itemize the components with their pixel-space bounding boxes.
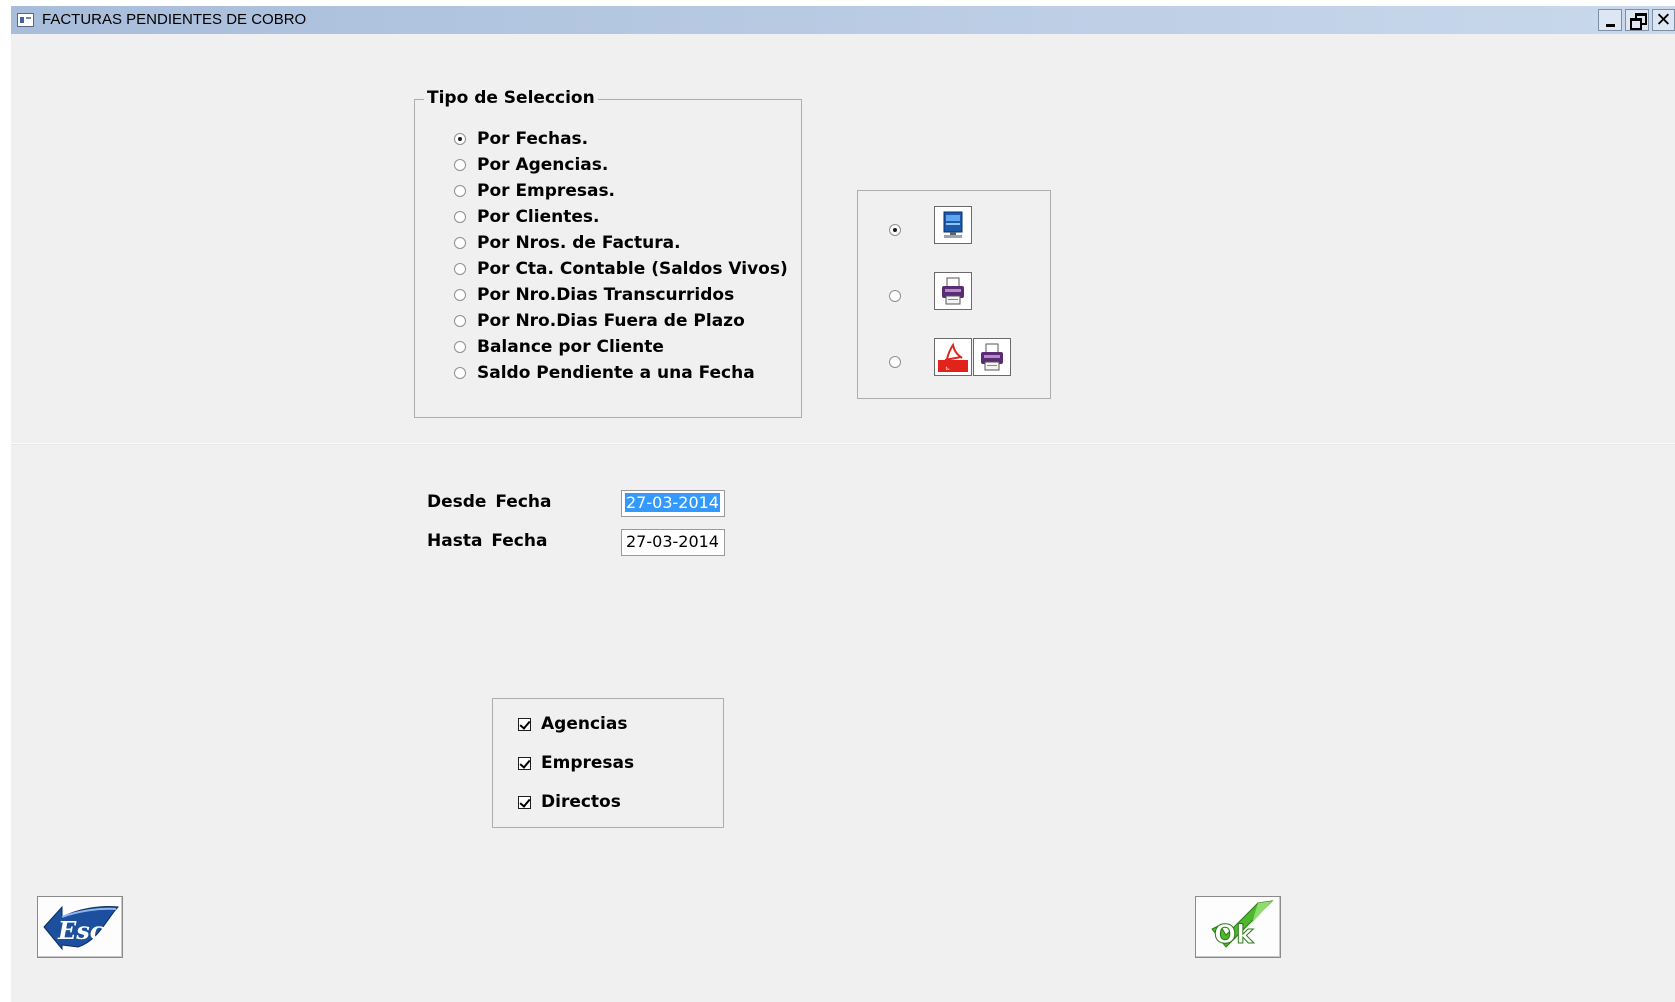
radio-button[interactable]: [454, 289, 466, 301]
esc-icon: Esc: [43, 905, 120, 951]
radio-por-clientes[interactable]: Por Clientes.: [454, 205, 599, 229]
close-button[interactable]: ✕: [1652, 9, 1675, 31]
esc-text: Esc: [57, 916, 105, 945]
radio-button[interactable]: [454, 159, 466, 171]
app-icon: [17, 13, 34, 27]
radio-button[interactable]: [454, 211, 466, 223]
restore-button[interactable]: [1625, 9, 1649, 31]
radio-por-agencias[interactable]: Por Agencias.: [454, 153, 608, 177]
radio-button[interactable]: [889, 224, 901, 236]
radio-label: Saldo Pendiente a una Fecha: [477, 363, 755, 383]
ok-button[interactable]: Ok: [1195, 896, 1281, 958]
minimize-button[interactable]: [1598, 9, 1622, 31]
radio-button[interactable]: [889, 290, 901, 302]
radio-label: Balance por Cliente: [477, 337, 664, 357]
checkbox-label: Agencias: [541, 714, 628, 734]
radio-label: Por Empresas.: [477, 181, 616, 201]
checkbox-label: Directos: [541, 792, 621, 812]
radio-label: Por Agencias.: [477, 155, 609, 175]
radio-por-nros-factura[interactable]: Por Nros. de Factura.: [454, 231, 681, 255]
screen-preview-icon[interactable]: [934, 206, 972, 244]
radio-por-fechas[interactable]: Por Fechas.: [454, 127, 588, 151]
from-date-input[interactable]: 27-03-2014: [621, 490, 725, 517]
pdf-icon[interactable]: ⊾: [934, 338, 972, 376]
radio-output-screen[interactable]: [889, 218, 901, 242]
checkbox-agencias[interactable]: Agencias: [518, 712, 627, 736]
radio-output-printer[interactable]: [889, 284, 901, 308]
radio-saldo-pendiente[interactable]: Saldo Pendiente a una Fecha: [454, 361, 755, 385]
to-date-value: 27-03-2014: [626, 532, 719, 551]
radio-por-dias-fuera-plazo[interactable]: Por Nro.Dias Fuera de Plazo: [454, 309, 745, 333]
title-bar[interactable]: FACTURAS PENDIENTES DE COBRO ✕: [11, 6, 1675, 34]
esc-button[interactable]: Esc: [37, 896, 123, 958]
radio-button[interactable]: [454, 237, 466, 249]
radio-button[interactable]: [889, 356, 901, 368]
to-date-input[interactable]: 27-03-2014: [621, 529, 725, 556]
window: FACTURAS PENDIENTES DE COBRO ✕ Tipo de S…: [11, 6, 1675, 1002]
radio-button[interactable]: [454, 263, 466, 275]
radio-button[interactable]: [454, 315, 466, 327]
radio-button[interactable]: [454, 341, 466, 353]
checkbox[interactable]: [518, 795, 531, 809]
from-date-value: 27-03-2014: [625, 493, 720, 512]
radio-por-cta-contable[interactable]: Por Cta. Contable (Saldos Vivos): [454, 257, 788, 281]
checkbox-directos[interactable]: Directos: [518, 790, 621, 814]
window-title: FACTURAS PENDIENTES DE COBRO: [42, 11, 307, 28]
radio-label: Por Fechas.: [477, 129, 589, 149]
from-date-label: Desde Fecha: [427, 492, 552, 512]
checkbox-label: Empresas: [541, 753, 635, 773]
checkbox[interactable]: [518, 756, 531, 770]
printer-icon[interactable]: [934, 272, 972, 310]
selection-type-legend: Tipo de Seleccion: [424, 88, 598, 108]
checkbox[interactable]: [518, 717, 531, 731]
radio-label: Por Cta. Contable (Saldos Vivos): [477, 259, 788, 279]
radio-por-dias-transcurridos[interactable]: Por Nro.Dias Transcurridos: [454, 283, 734, 307]
radio-label: Por Clientes.: [477, 207, 600, 227]
radio-por-empresas[interactable]: Por Empresas.: [454, 179, 615, 203]
separator: [11, 443, 1675, 445]
radio-label: Por Nro.Dias Fuera de Plazo: [477, 311, 745, 331]
radio-label: Por Nros. de Factura.: [477, 233, 681, 253]
svg-text:⊾: ⊾: [945, 365, 950, 372]
radio-button[interactable]: [454, 367, 466, 379]
printer-icon[interactable]: [973, 338, 1011, 376]
radio-button[interactable]: [454, 185, 466, 197]
to-date-label: Hasta Fecha: [427, 531, 548, 551]
checkbox-empresas[interactable]: Empresas: [518, 751, 634, 775]
radio-balance-cliente[interactable]: Balance por Cliente: [454, 335, 664, 359]
radio-output-pdf[interactable]: [889, 350, 901, 374]
ok-text: Ok: [1214, 920, 1254, 950]
radio-button[interactable]: [454, 133, 466, 145]
ok-icon: Ok: [1211, 900, 1274, 951]
radio-label: Por Nro.Dias Transcurridos: [477, 285, 735, 305]
